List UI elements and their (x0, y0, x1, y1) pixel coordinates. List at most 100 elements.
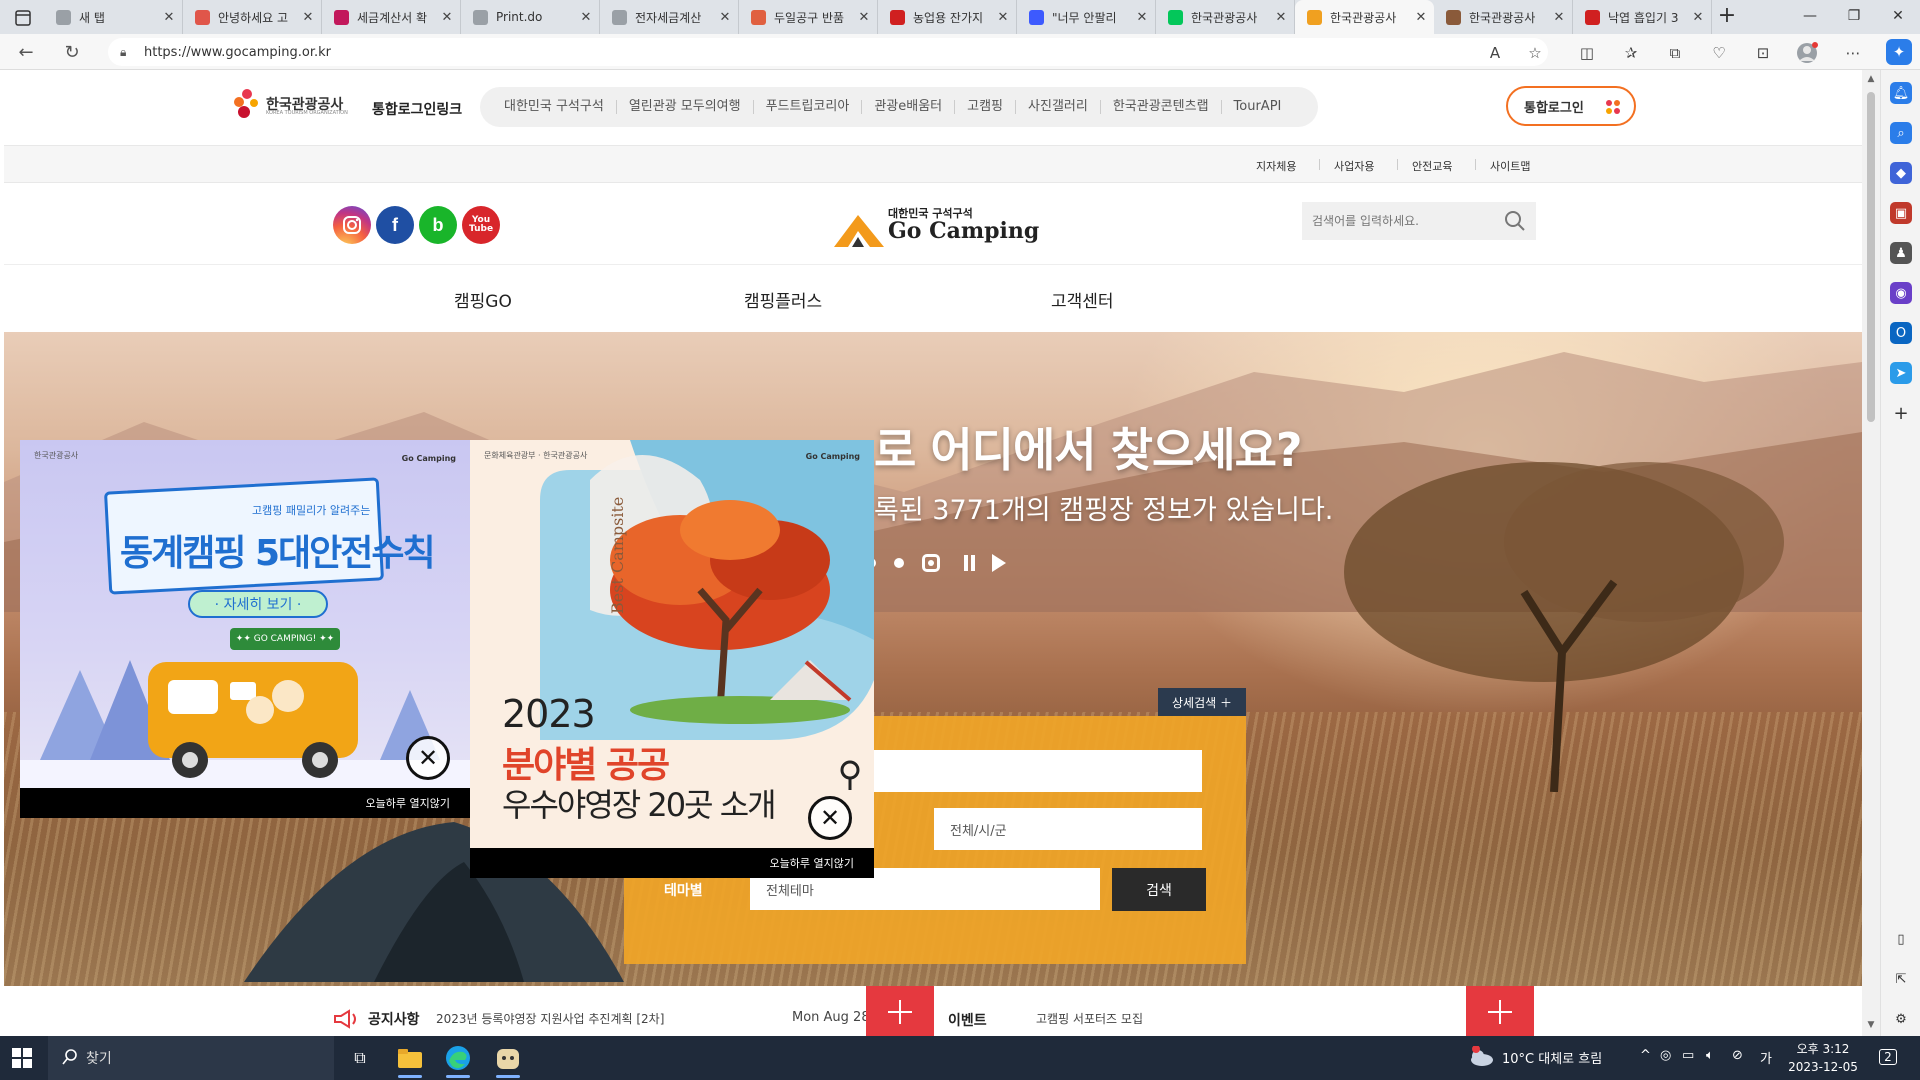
url-field[interactable]: 🔒︎ https://www.gocamping.or.kr (108, 38, 1548, 66)
util-link-sitemap[interactable]: 사이트맵 (1490, 158, 1530, 174)
browser-tab[interactable]: 세금계산서 확 ✕ (322, 0, 461, 34)
notice-item[interactable]: 2023년 등록야영장 지원사업 추진계획 [2차] (436, 1010, 664, 1027)
youtube-icon[interactable]: You Tube (462, 206, 500, 244)
kto-logo[interactable]: 한국관광공사 KOREA TOURISM ORGANIZATION (232, 86, 348, 122)
profile-avatar[interactable] (1796, 42, 1818, 64)
notification-bell-icon[interactable]: 🔔︎ (1890, 82, 1912, 104)
nav-camping-go[interactable]: 캠핑GO (454, 287, 512, 312)
search-icon[interactable] (1504, 210, 1526, 232)
kto-link[interactable]: 열린관광 모두의여행 (617, 100, 754, 114)
tab-close-icon[interactable]: ✕ (1135, 10, 1149, 25)
tab-actions-icon[interactable] (8, 7, 38, 29)
favorites-icon[interactable]: ✰ (1620, 42, 1642, 64)
kto-link[interactable]: 대한민국 구석구석 (492, 100, 617, 114)
tab-close-icon[interactable]: ✕ (718, 10, 732, 25)
tab-close-icon[interactable]: ✕ (579, 10, 593, 25)
notification-center-icon[interactable]: 2 (1876, 1046, 1900, 1068)
event-more-button[interactable] (1466, 986, 1534, 1036)
read-aloud-icon[interactable]: A (1484, 42, 1506, 64)
gocamping-logo[interactable]: 대한민국 구석구석 Go Camping (830, 201, 1050, 251)
sidebar-toggle-icon[interactable]: ▯ (1890, 928, 1912, 950)
taskbar-clock[interactable]: 오후 3:12 2023-12-05 (1788, 1040, 1858, 1076)
scroll-thumb[interactable] (1867, 92, 1875, 422)
tab-close-icon[interactable]: ✕ (301, 10, 315, 25)
browser-tab[interactable]: 낙엽 흡입기 3 ✕ (1573, 0, 1712, 34)
kto-link[interactable]: 고캠핑 (955, 100, 1017, 114)
tab-close-icon[interactable]: ✕ (1274, 10, 1288, 25)
browser-tab[interactable]: 한국관광공사 ✕ (1156, 0, 1295, 34)
scroll-up-icon[interactable]: ▲ (1866, 74, 1876, 84)
popup2-close-today[interactable]: 오늘하루 열지않기 (470, 848, 874, 878)
detail-search-button[interactable]: 상세검색 ＋ (1158, 688, 1246, 716)
nav-camping-plus[interactable]: 캠핑플러스 (744, 287, 822, 312)
notice-more-button[interactable] (866, 986, 934, 1036)
back-icon[interactable]: ← (12, 40, 40, 64)
taskbar-search[interactable]: 찾기 (48, 1036, 334, 1080)
tab-close-icon[interactable]: ✕ (1414, 10, 1428, 25)
ime-icon[interactable]: ⊘ (1732, 1048, 1743, 1063)
popup2-close-icon[interactable]: ✕ (808, 796, 852, 840)
tab-close-icon[interactable]: ✕ (1552, 10, 1566, 25)
windows-start-icon[interactable] (12, 1048, 32, 1068)
util-link-local-gov[interactable]: 지자체용 (1256, 158, 1296, 174)
add-sidebar-app-icon[interactable]: + (1890, 402, 1912, 424)
popup-best-campsite[interactable]: 문화체육관광부 · 한국관광공사 Go Camping Best Campsit… (470, 440, 874, 878)
new-tab-button[interactable]: + (1714, 4, 1740, 30)
browser-tab[interactable]: 농업용 잔가지 ✕ (878, 0, 1017, 34)
kto-link[interactable]: TourAPI (1222, 100, 1294, 114)
instagram-icon[interactable] (333, 206, 371, 244)
popup1-close-today[interactable]: 오늘하루 열지않기 (20, 788, 470, 818)
outlook-icon[interactable]: O (1890, 322, 1912, 344)
popup-winter-safety[interactable]: 한국관광공사 Go Camping 동계캠핑 5대안전수칙 고캠핑 패밀리가 알… (20, 440, 470, 818)
browser-tab[interactable]: 한국관광공사 ✕ (1295, 0, 1434, 34)
refresh-icon[interactable]: ↻ (58, 40, 86, 64)
task-view-icon[interactable]: ⧉ (342, 1042, 378, 1074)
file-explorer-icon[interactable] (392, 1042, 428, 1078)
browser-tab[interactable]: Print.do ✕ (461, 0, 600, 34)
minimize-icon[interactable]: — (1788, 0, 1832, 32)
kto-link[interactable]: 관광e배움터 (862, 100, 956, 114)
tray-chevron-icon[interactable]: ^ (1640, 1048, 1651, 1063)
tray-app-icon[interactable]: ◎ (1660, 1048, 1671, 1063)
play-icon[interactable] (992, 554, 1006, 572)
event-item[interactable]: 고캠핑 서포터즈 모집 (1036, 1010, 1143, 1027)
sidebar-settings-icon[interactable]: ⚙ (1890, 1008, 1912, 1030)
drop-icon[interactable]: ➤ (1890, 362, 1912, 384)
city-select[interactable]: 전체/시/군 (934, 808, 1202, 850)
tab-close-icon[interactable]: ✕ (1691, 10, 1705, 25)
restore-icon[interactable]: ❐ (1832, 0, 1876, 32)
shopping-tag-icon[interactable]: ◆ (1890, 162, 1912, 184)
nav-customer-center[interactable]: 고객센터 (1051, 287, 1114, 312)
weather-widget[interactable]: 10°C 대체로 흐림 (1468, 1046, 1602, 1068)
blog-icon[interactable]: b (419, 206, 457, 244)
slide-dot[interactable] (894, 558, 904, 568)
extensions-icon[interactable]: ⊡ (1752, 42, 1774, 64)
m365-icon[interactable]: ◉ (1890, 282, 1912, 304)
browser-essentials-icon[interactable]: ♡ (1708, 42, 1730, 64)
browser-tab[interactable]: 안녕하세요 고 ✕ (183, 0, 322, 34)
close-window-icon[interactable]: ✕ (1876, 0, 1920, 32)
edge-browser-icon[interactable] (440, 1042, 476, 1078)
kto-link[interactable]: 사진갤러리 (1016, 100, 1101, 114)
open-external-icon[interactable]: ⇱ (1890, 968, 1912, 990)
site-search-input[interactable] (1312, 214, 1492, 228)
util-link-business[interactable]: 사업자용 (1334, 158, 1374, 174)
browser-tab[interactable]: 두일공구 반품 ✕ (739, 0, 878, 34)
collections-icon[interactable]: ⧉ (1664, 42, 1686, 64)
more-menu-icon[interactable]: ⋯ (1842, 42, 1864, 64)
kto-link[interactable]: 한국관광콘텐츠랩 (1101, 100, 1222, 114)
integrated-login-button[interactable]: 통합로그인 (1506, 86, 1636, 126)
facebook-icon[interactable]: f (376, 206, 414, 244)
sidebar-search-icon[interactable]: ⌕ (1890, 122, 1912, 144)
copilot-icon[interactable]: ✦ (1886, 39, 1912, 65)
page-scrollbar[interactable]: ▲ ▼ (1862, 70, 1880, 1036)
pause-icon[interactable] (962, 555, 978, 571)
split-screen-icon[interactable]: ◫ (1576, 42, 1598, 64)
browser-tab[interactable]: 전자세금계산 ✕ (600, 0, 739, 34)
browser-tab[interactable]: "너무 안팔리 ✕ (1017, 0, 1156, 34)
scroll-down-icon[interactable]: ▼ (1866, 1020, 1876, 1030)
network-icon[interactable]: ▭ (1682, 1048, 1694, 1063)
games-icon[interactable]: ♟ (1890, 242, 1912, 264)
search-button[interactable]: 검색 (1112, 868, 1206, 911)
popup1-close-icon[interactable]: ✕ (406, 736, 450, 780)
